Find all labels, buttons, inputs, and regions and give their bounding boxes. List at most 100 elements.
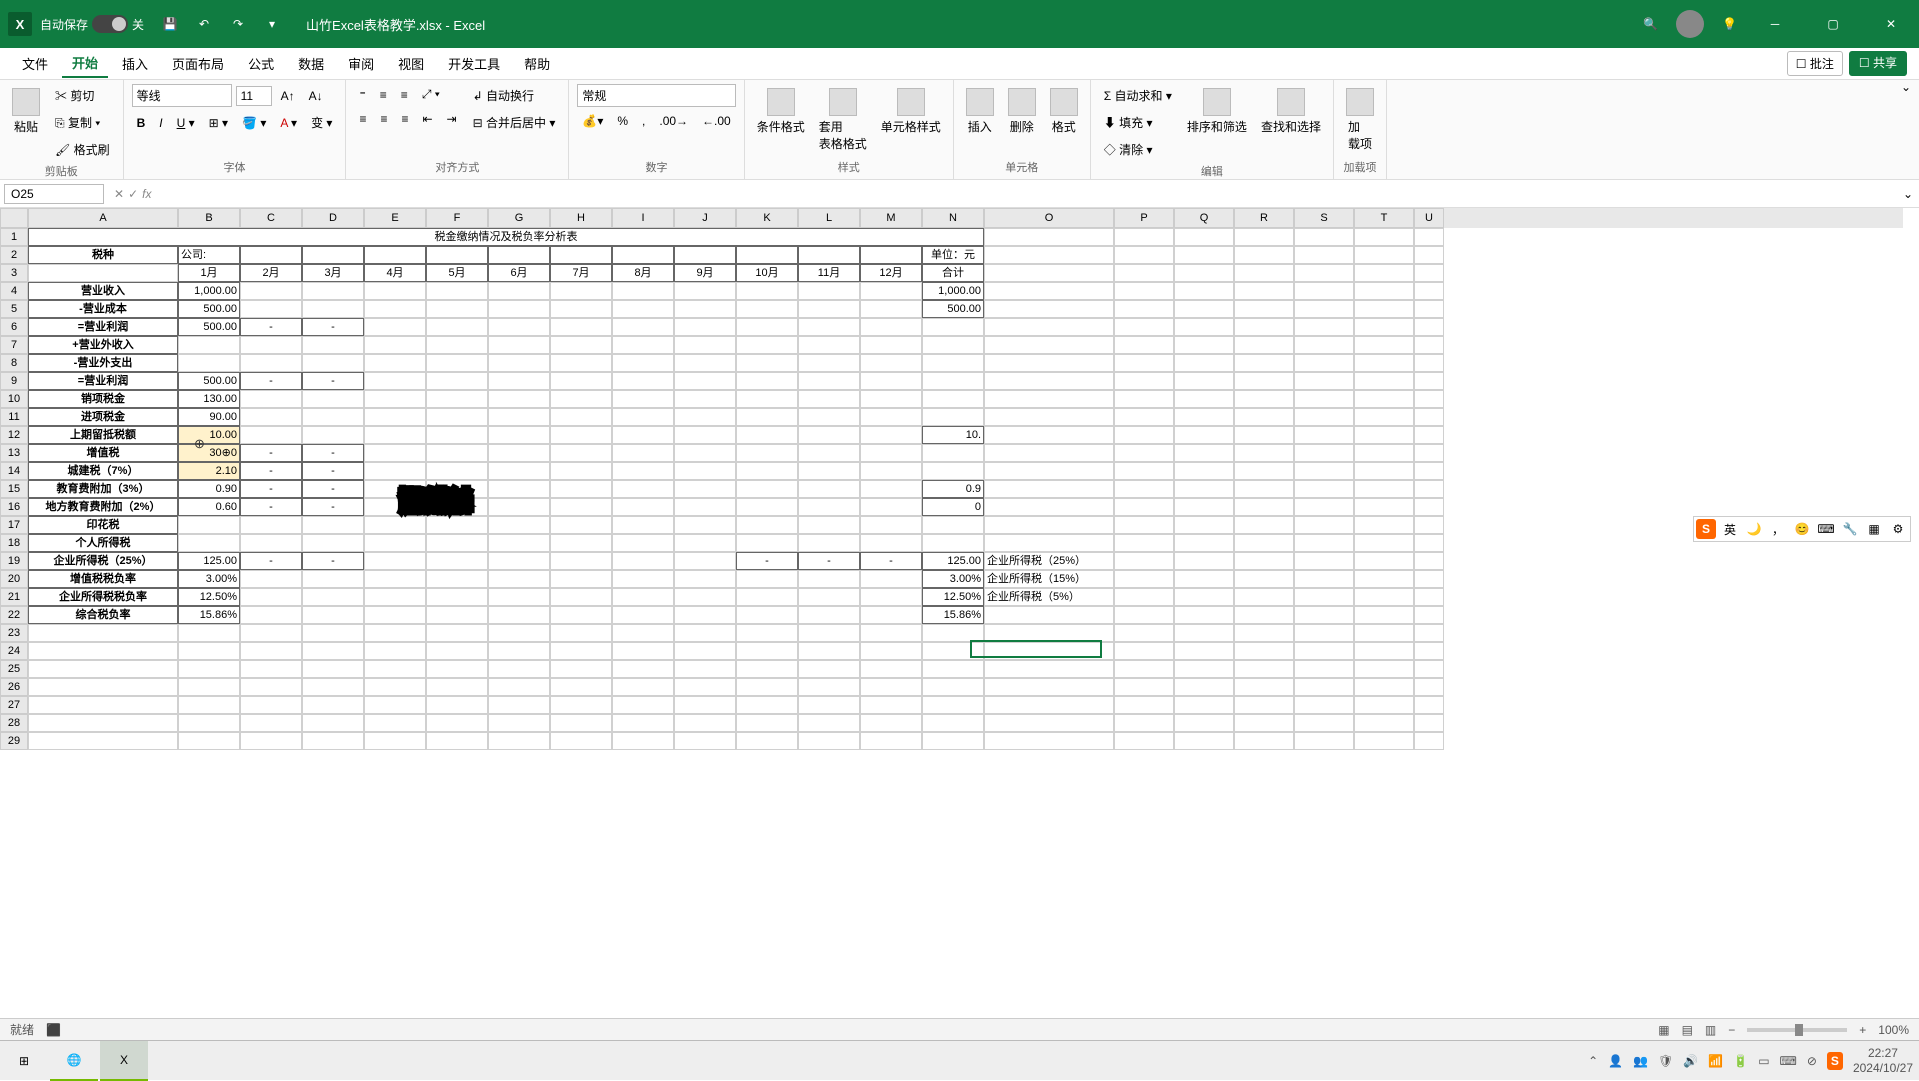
cell[interactable]	[674, 444, 736, 462]
cell[interactable]	[488, 480, 550, 498]
cell[interactable]	[674, 588, 736, 606]
cell[interactable]	[240, 714, 302, 732]
cell[interactable]	[28, 264, 178, 282]
cell[interactable]: 2.10	[178, 462, 240, 480]
cell[interactable]	[364, 678, 426, 696]
cell[interactable]	[364, 372, 426, 390]
cell[interactable]	[612, 480, 674, 498]
cell[interactable]	[426, 660, 488, 678]
cell[interactable]: 0.90	[178, 480, 240, 498]
cell[interactable]	[1234, 696, 1294, 714]
insert-cells-button[interactable]: 插入	[962, 84, 998, 139]
cell[interactable]: 30⊕0	[178, 444, 240, 462]
row-header-2[interactable]: 2	[0, 246, 28, 264]
cell[interactable]	[1174, 480, 1234, 498]
cell[interactable]	[860, 606, 922, 624]
row-header-10[interactable]: 10	[0, 390, 28, 408]
cell[interactable]	[550, 318, 612, 336]
cell[interactable]	[984, 282, 1114, 300]
cell[interactable]	[1414, 462, 1444, 480]
underline-button[interactable]: U ▾	[172, 113, 200, 133]
cell[interactable]	[860, 372, 922, 390]
cell[interactable]	[1114, 552, 1174, 570]
cell[interactable]: 500.00	[178, 318, 240, 336]
cell[interactable]	[550, 714, 612, 732]
cell[interactable]	[1354, 624, 1414, 642]
cell[interactable]: 上期留抵税额	[28, 426, 178, 444]
cell[interactable]: 500.00	[178, 372, 240, 390]
cell[interactable]	[302, 246, 364, 264]
cell[interactable]	[612, 444, 674, 462]
cell[interactable]	[1174, 516, 1234, 534]
cell[interactable]	[488, 624, 550, 642]
cell[interactable]	[674, 606, 736, 624]
cell[interactable]: 10月	[736, 264, 798, 282]
cell[interactable]	[488, 318, 550, 336]
cell[interactable]	[612, 336, 674, 354]
cell[interactable]	[178, 642, 240, 660]
cell[interactable]	[922, 696, 984, 714]
cell[interactable]	[302, 714, 364, 732]
cell[interactable]	[1234, 606, 1294, 624]
cell[interactable]	[240, 534, 302, 552]
cell[interactable]	[736, 570, 798, 588]
cell[interactable]	[984, 534, 1114, 552]
cell[interactable]	[1294, 516, 1354, 534]
cell[interactable]	[426, 534, 488, 552]
align-top-icon[interactable]: ⁼	[354, 85, 370, 105]
cell[interactable]	[736, 426, 798, 444]
cell[interactable]	[550, 480, 612, 498]
cell[interactable]	[550, 696, 612, 714]
tray-keyboard-icon[interactable]: ⌨	[1780, 1054, 1797, 1068]
row-header-14[interactable]: 14	[0, 462, 28, 480]
cell[interactable]: 企业所得税（5%）	[984, 588, 1114, 606]
cell[interactable]	[736, 318, 798, 336]
cell[interactable]	[984, 444, 1114, 462]
cell[interactable]	[612, 318, 674, 336]
cell[interactable]	[1414, 552, 1444, 570]
cell[interactable]	[1414, 732, 1444, 750]
cell[interactable]	[1354, 696, 1414, 714]
col-header-A[interactable]: A	[28, 208, 178, 228]
row-header-5[interactable]: 5	[0, 300, 28, 318]
cell[interactable]	[1174, 408, 1234, 426]
cell[interactable]	[1414, 624, 1444, 642]
clear-button[interactable]: ◇ 清除 ▾	[1099, 138, 1177, 161]
cell[interactable]	[178, 660, 240, 678]
cell[interactable]: 企业所得税（25%）	[28, 552, 178, 570]
cell[interactable]: -	[302, 498, 364, 516]
cell[interactable]	[1114, 696, 1174, 714]
row-header-3[interactable]: 3	[0, 264, 28, 282]
cell[interactable]	[736, 354, 798, 372]
cell[interactable]	[612, 696, 674, 714]
cell[interactable]: -	[240, 444, 302, 462]
cell[interactable]	[426, 282, 488, 300]
cell[interactable]	[1174, 282, 1234, 300]
cell[interactable]	[426, 624, 488, 642]
cell[interactable]	[1294, 390, 1354, 408]
row-header-19[interactable]: 19	[0, 552, 28, 570]
cell[interactable]	[860, 390, 922, 408]
cell[interactable]	[488, 336, 550, 354]
cell[interactable]	[860, 336, 922, 354]
conditional-format-button[interactable]: 条件格式	[753, 84, 809, 139]
cell[interactable]	[488, 300, 550, 318]
cell[interactable]	[1234, 264, 1294, 282]
cell[interactable]	[426, 696, 488, 714]
cell[interactable]	[736, 498, 798, 516]
cell[interactable]	[1234, 732, 1294, 750]
cell[interactable]: -	[302, 372, 364, 390]
cell[interactable]	[798, 444, 860, 462]
cell[interactable]	[612, 642, 674, 660]
ime-tool-icon[interactable]: 🔧	[1840, 519, 1860, 539]
format-cells-button[interactable]: 格式	[1046, 84, 1082, 139]
cell[interactable]	[364, 426, 426, 444]
cell[interactable]	[1414, 660, 1444, 678]
cell[interactable]	[1234, 588, 1294, 606]
cell[interactable]	[1354, 570, 1414, 588]
cell[interactable]: =营业利润	[28, 318, 178, 336]
cell[interactable]	[488, 246, 550, 264]
cell[interactable]: 税种	[28, 246, 178, 264]
cell[interactable]	[488, 444, 550, 462]
cell[interactable]	[1294, 462, 1354, 480]
